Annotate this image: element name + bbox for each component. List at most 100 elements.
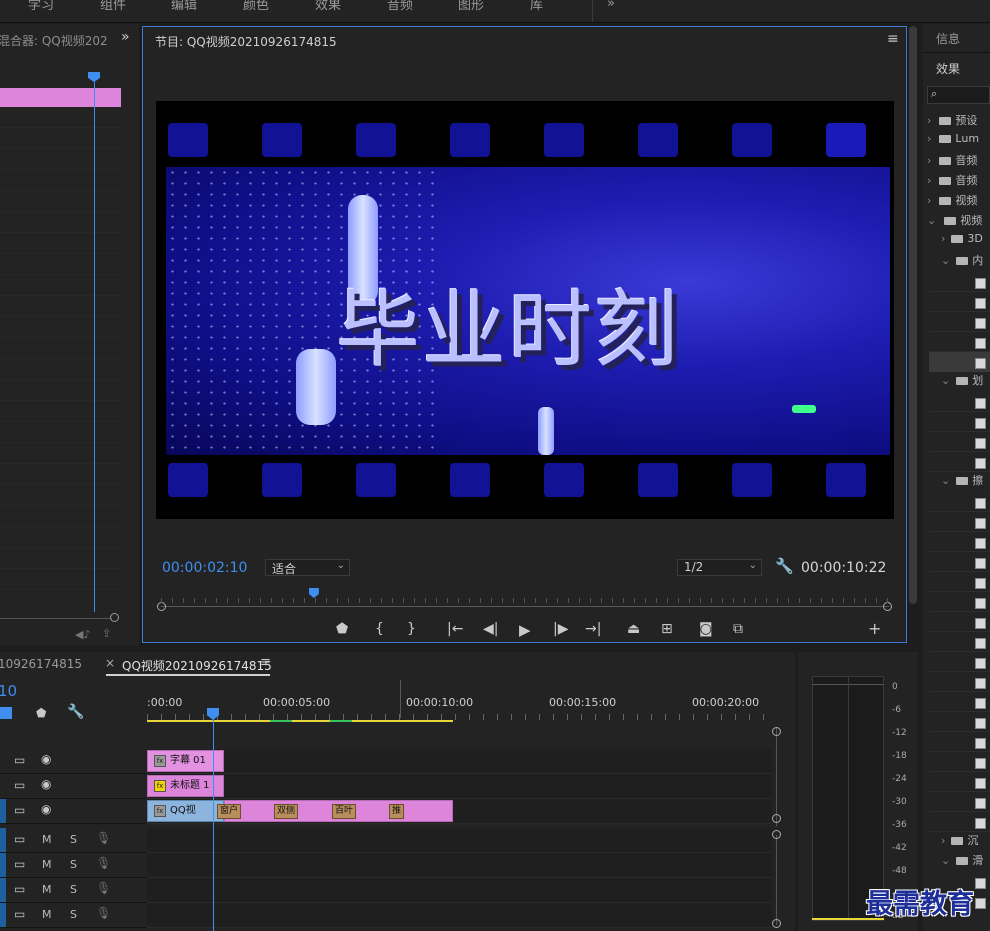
effects-tree-item[interactable]: ⌄ 划 xyxy=(941,372,990,392)
work-area-bar[interactable] xyxy=(147,720,453,722)
workspace-tab-assembly[interactable]: 组件 xyxy=(100,0,126,13)
camera-track-icon[interactable]: ▭ xyxy=(14,753,25,767)
camera-track-icon[interactable]: ▭ xyxy=(14,778,25,792)
transition-preset-icon[interactable] xyxy=(975,536,986,550)
track-target-indicator[interactable] xyxy=(0,853,6,877)
play-icon[interactable]: ▶ xyxy=(519,621,531,639)
track-target-indicator[interactable] xyxy=(0,799,6,823)
workspace-tab-editing[interactable]: 编辑 xyxy=(171,0,197,13)
scroll-handle[interactable] xyxy=(110,613,119,622)
transition-marker[interactable]: 双侧 xyxy=(274,804,299,819)
tab-menu-icon[interactable]: ≡ xyxy=(260,655,271,670)
effects-tree-item[interactable]: › 沉 xyxy=(941,832,990,852)
export-icon[interactable]: ⇪ xyxy=(102,627,111,640)
track-target-indicator[interactable] xyxy=(0,828,6,852)
camera-track-icon[interactable]: ▭ xyxy=(14,803,25,817)
marker-icon[interactable]: ⬟ xyxy=(336,621,348,637)
scrub-bar[interactable] xyxy=(161,606,889,607)
effects-tree-item[interactable]: › 预设 xyxy=(927,112,990,132)
step-forward-icon[interactable]: |▶ xyxy=(553,621,568,637)
panel-menu-icon[interactable]: ≡ xyxy=(887,31,899,47)
transition-preset-icon[interactable] xyxy=(975,616,986,630)
scroll-handle[interactable] xyxy=(772,814,781,823)
speaker-icon[interactable]: ◀♪ xyxy=(75,628,90,641)
panel-expand-icon[interactable]: » xyxy=(121,29,130,45)
transition-preset-icon[interactable] xyxy=(975,816,986,830)
more-workspaces-icon[interactable]: » xyxy=(607,0,615,11)
effects-tree-item[interactable]: ⌄ 内 xyxy=(941,252,990,272)
wrench-settings-icon[interactable]: 🔧 xyxy=(775,557,794,575)
transition-preset-icon[interactable] xyxy=(975,756,986,770)
wrench-settings-icon[interactable]: 🔧 xyxy=(67,704,84,720)
mute-button[interactable]: M xyxy=(42,833,52,846)
transition-preset-icon[interactable] xyxy=(975,516,986,530)
transition-preset-icon[interactable] xyxy=(975,596,986,610)
transition-preset-icon[interactable] xyxy=(975,496,986,510)
workspace-tab-effects[interactable]: 效果 xyxy=(315,0,341,13)
solo-button[interactable]: S xyxy=(70,908,77,921)
out-point-icon[interactable]: } xyxy=(407,621,416,637)
current-timecode[interactable]: 00:00:02:10 xyxy=(162,560,247,576)
go-to-in-icon[interactable]: |← xyxy=(447,621,463,637)
transition-preset-icon[interactable] xyxy=(975,296,986,310)
workspace-tab-libraries[interactable]: 库 xyxy=(530,0,543,13)
mute-button[interactable]: M xyxy=(42,858,52,871)
monitor-scrollbar[interactable] xyxy=(909,26,917,604)
snap-icon[interactable] xyxy=(0,707,12,719)
solo-button[interactable]: S xyxy=(70,883,77,896)
fit-zoom-select[interactable]: 适合 ⌄ xyxy=(265,559,350,576)
transition-preset-icon[interactable] xyxy=(975,456,986,470)
camera-track-icon[interactable]: ▭ xyxy=(14,832,25,846)
track-target-indicator[interactable] xyxy=(0,903,6,927)
camera-track-icon[interactable]: ▭ xyxy=(14,907,25,921)
timeline-timecode[interactable]: 10 xyxy=(0,682,17,700)
transition-preset-icon[interactable] xyxy=(975,396,986,410)
effects-tree-item[interactable]: › 音频 xyxy=(927,172,990,192)
effects-tree-item[interactable]: › 3D xyxy=(941,232,990,252)
close-tab-icon[interactable]: × xyxy=(105,656,115,670)
playback-resolution-select[interactable]: 1/2 ⌄ xyxy=(677,559,762,576)
add-marker-icon[interactable]: ⬟ xyxy=(36,706,46,720)
transition-preset-icon[interactable] xyxy=(975,736,986,750)
lift-icon[interactable]: ⏏ xyxy=(627,621,640,637)
mute-button[interactable]: M xyxy=(42,883,52,896)
transition-marker[interactable]: 百叶 xyxy=(332,804,357,819)
microphone-icon[interactable]: 🎙 xyxy=(96,881,111,895)
in-point-icon[interactable]: { xyxy=(375,621,384,637)
transition-preset-icon[interactable] xyxy=(975,676,986,690)
effects-tree-item[interactable]: ⌄ 擦 xyxy=(941,472,990,492)
video-scrollbar[interactable] xyxy=(776,728,777,826)
eye-icon[interactable]: ◉ xyxy=(41,802,51,816)
transition-marker[interactable]: 推 xyxy=(389,804,405,819)
scroll-handle[interactable] xyxy=(772,727,781,736)
transition-preset-icon[interactable] xyxy=(975,416,986,430)
effects-search-input[interactable]: ⌕ xyxy=(927,86,990,104)
transition-preset-icon[interactable] xyxy=(975,436,986,450)
workspace-tab-graphics[interactable]: 图形 xyxy=(458,0,484,13)
transition-preset-icon[interactable] xyxy=(975,716,986,730)
audio-scrollbar[interactable] xyxy=(776,835,777,925)
info-tab[interactable]: 信息 xyxy=(936,30,960,47)
camera-icon[interactable]: ◙ xyxy=(699,621,713,637)
microphone-icon[interactable]: 🎙 xyxy=(96,831,111,845)
transition-preset-icon[interactable] xyxy=(975,556,986,570)
timeline-tab-other[interactable]: 10926174815 xyxy=(0,657,82,671)
solo-button[interactable]: S xyxy=(70,858,77,871)
zoom-scrollbar[interactable] xyxy=(0,618,112,619)
camera-track-icon[interactable]: ▭ xyxy=(14,882,25,896)
transition-preset-icon[interactable] xyxy=(975,336,986,350)
effects-tree-item[interactable]: › 视频 xyxy=(927,192,990,212)
effects-tree-item[interactable]: › 音频 xyxy=(927,152,990,172)
microphone-icon[interactable]: 🎙 xyxy=(96,856,111,870)
workspace-tab-learn[interactable]: 学习 xyxy=(28,0,54,13)
workspace-tab-color[interactable]: 颜色 xyxy=(243,0,269,13)
transition-marker[interactable]: 窗户 xyxy=(217,804,242,819)
go-to-out-icon[interactable]: →| xyxy=(585,621,601,637)
timeline-tab-active[interactable]: QQ视频20210926174815 xyxy=(122,657,272,674)
transition-preset-icon[interactable] xyxy=(975,696,986,710)
eye-icon[interactable]: ◉ xyxy=(41,752,51,766)
transition-preset-icon[interactable] xyxy=(975,356,986,370)
scrub-end-handle[interactable] xyxy=(883,602,892,611)
step-back-icon[interactable]: ◀| xyxy=(483,621,498,637)
effects-tree-item[interactable]: › Lum xyxy=(927,132,990,152)
